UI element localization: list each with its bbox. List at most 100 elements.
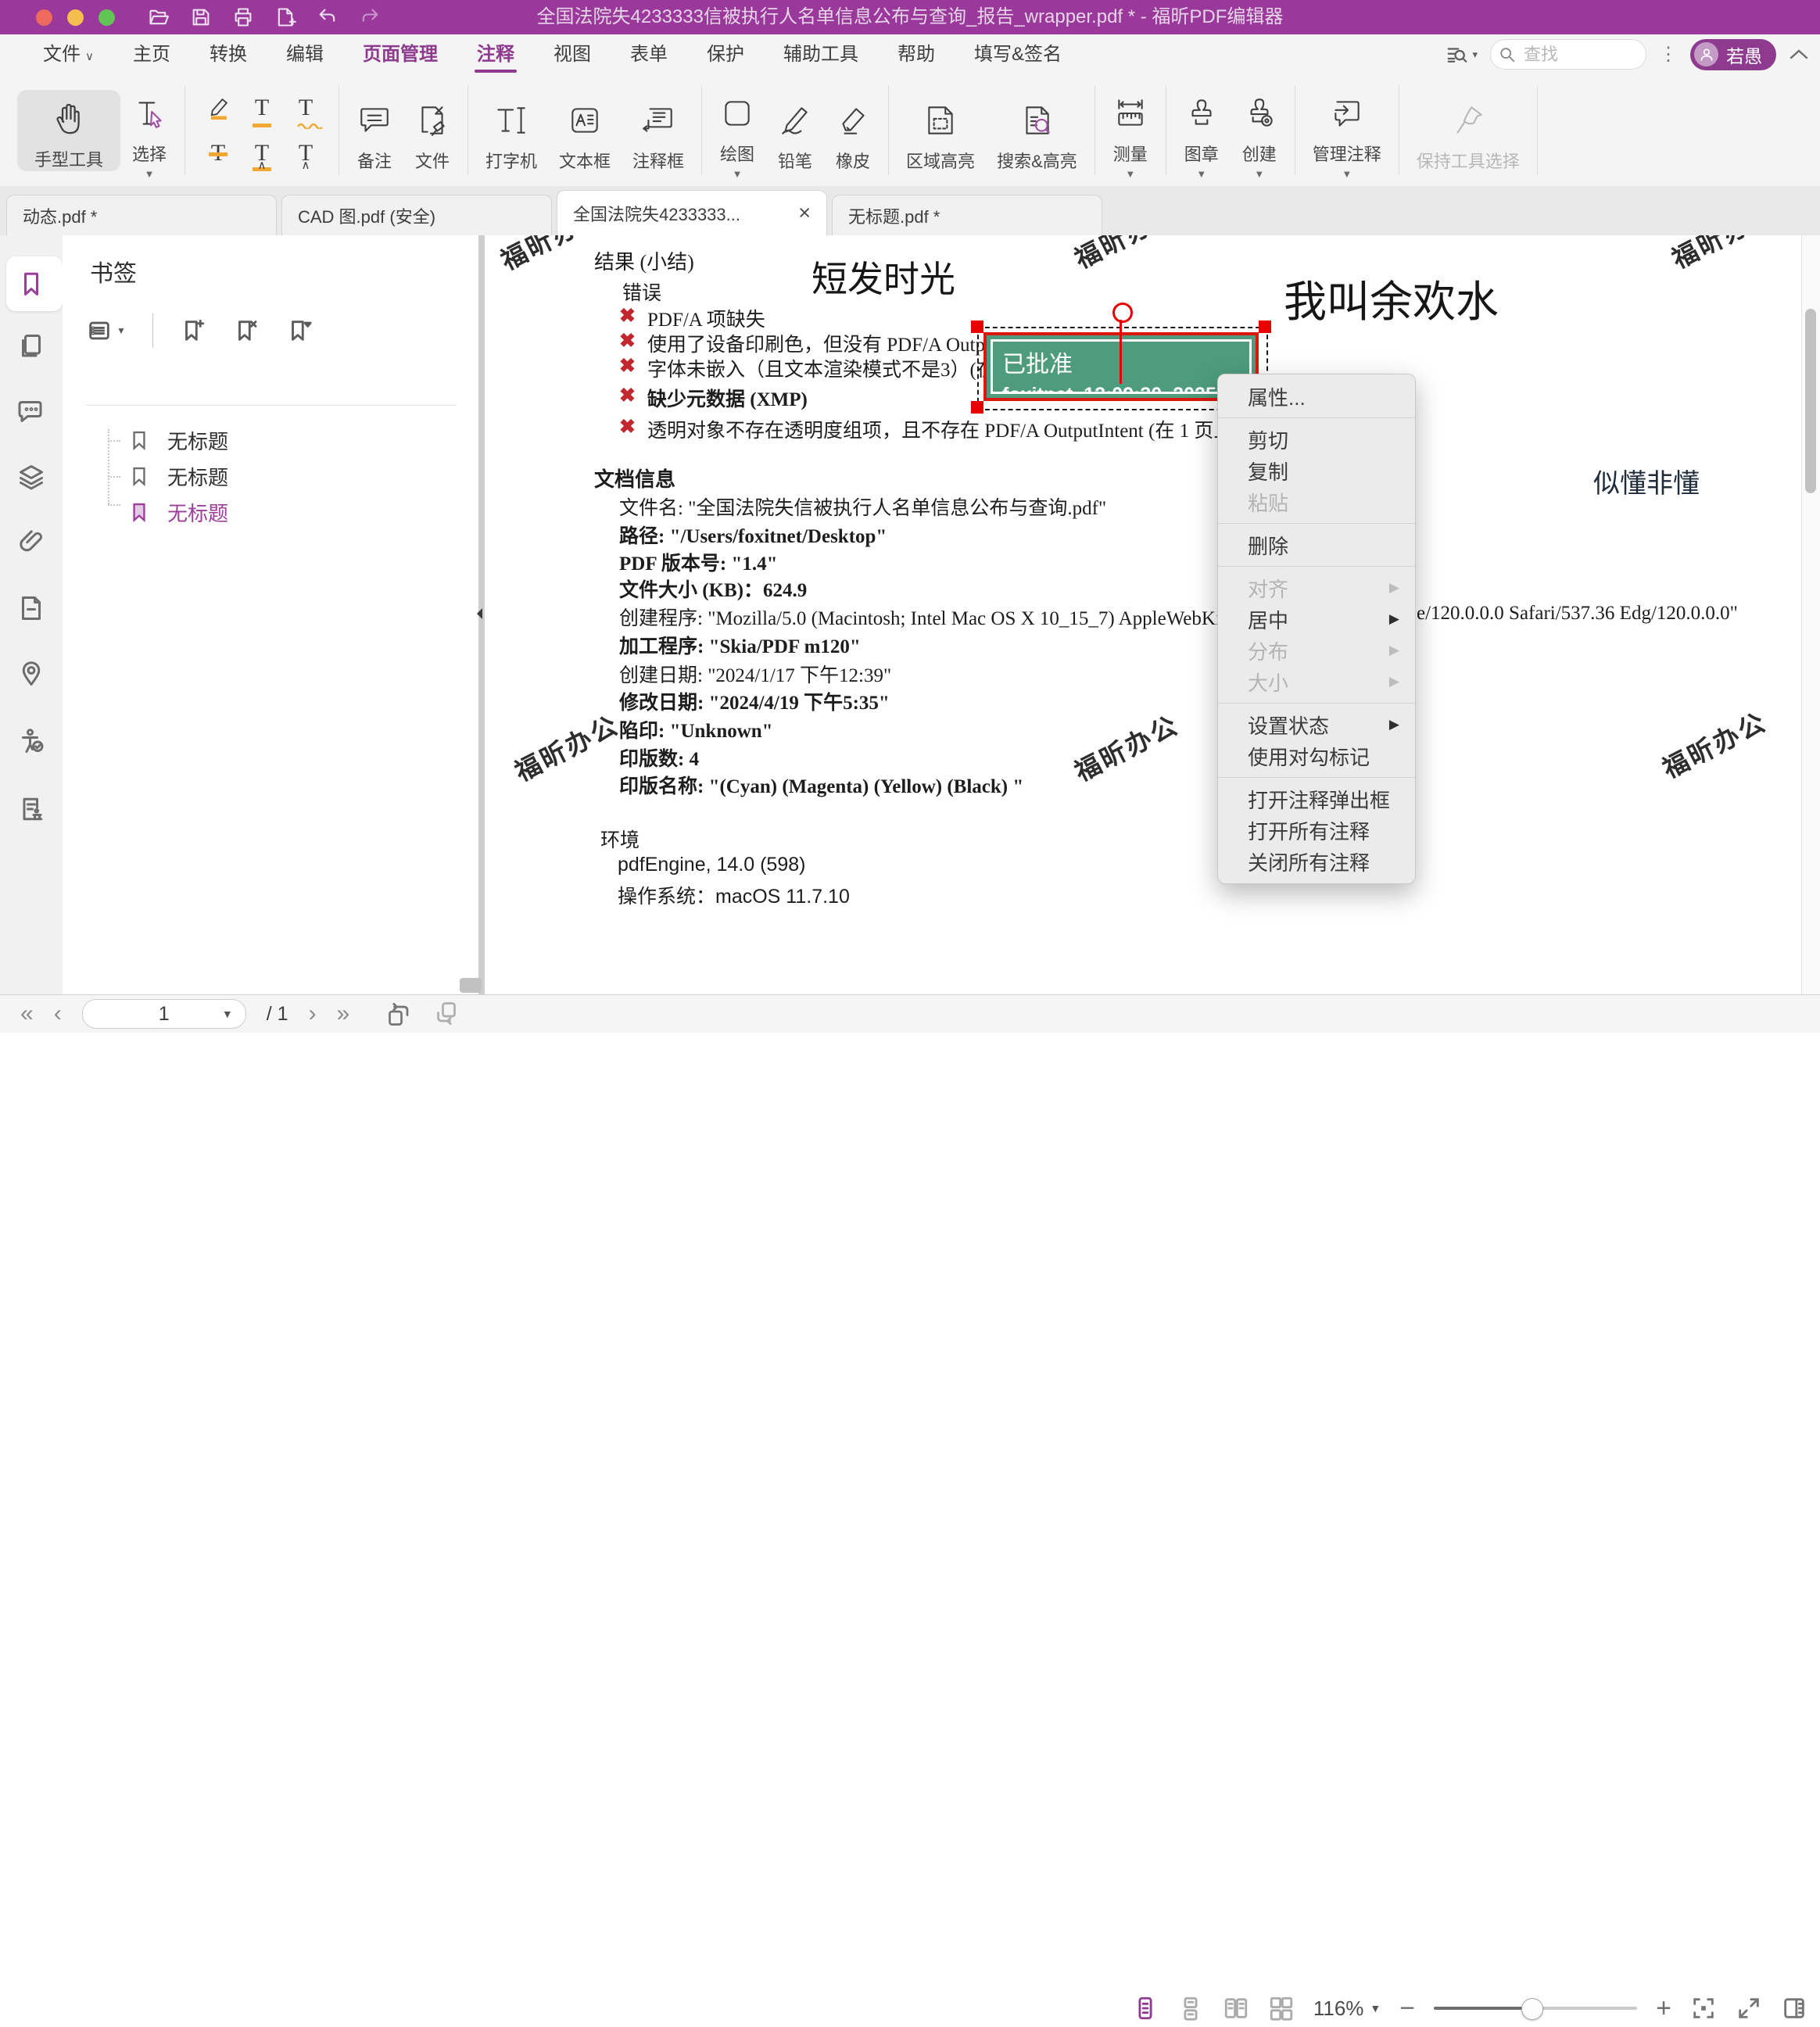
two-page-cover-icon[interactable] — [1268, 1995, 1295, 2022]
tab-cad-pdf[interactable]: CAD 图.pdf (安全) — [281, 195, 552, 235]
zoom-window-button[interactable] — [99, 9, 115, 26]
page-number-input[interactable]: 1 ▼ — [82, 999, 246, 1029]
single-page-icon[interactable] — [1177, 1995, 1204, 2022]
user-account-button[interactable]: 若愚 — [1690, 39, 1776, 70]
menu-view[interactable]: 视图 — [534, 34, 611, 74]
menu-protect[interactable]: 保护 — [687, 34, 764, 74]
comments-panel-button[interactable] — [0, 383, 63, 438]
textbox-button[interactable]: 文本框 — [548, 88, 622, 173]
menu-accessibility[interactable]: 辅助工具 — [764, 34, 878, 74]
menu-convert[interactable]: 转换 — [190, 34, 267, 74]
selection-handle[interactable] — [1259, 321, 1271, 333]
vertical-scrollbar[interactable] — [1801, 235, 1820, 994]
print-icon[interactable] — [232, 6, 254, 28]
replace-text-tool-icon[interactable]: T∧ — [255, 141, 269, 165]
menu-item-properties[interactable]: 属性... — [1218, 381, 1415, 412]
signature-panel-button[interactable] — [0, 782, 63, 836]
undo-icon[interactable] — [317, 6, 339, 28]
area-highlight-button[interactable]: 区域高亮 — [895, 88, 986, 173]
zoom-slider-knob[interactable] — [1521, 1998, 1543, 2020]
pages-panel-button[interactable] — [0, 319, 63, 374]
attachments-panel-button[interactable] — [0, 514, 63, 569]
save-icon[interactable] — [190, 6, 212, 28]
minimize-window-button[interactable] — [67, 9, 84, 26]
insert-text-tool-icon[interactable]: T∧ — [299, 141, 313, 165]
horizontal-scrollbar-thumb[interactable] — [460, 978, 482, 993]
next-view-icon[interactable] — [432, 1000, 460, 1028]
close-tab-icon[interactable]: × — [787, 201, 811, 225]
destinations-panel-button[interactable] — [0, 581, 63, 636]
menu-help[interactable]: 帮助 — [878, 34, 955, 74]
more-options-icon[interactable]: ⋮ — [1659, 51, 1678, 59]
menu-item-checkmark[interactable]: 使用对勾标记 — [1218, 740, 1415, 772]
open-file-icon[interactable] — [148, 6, 170, 28]
collapse-panel-handle[interactable] — [474, 602, 485, 625]
search-input[interactable] — [1522, 44, 1619, 66]
squiggly-underline-tool-icon[interactable]: T — [299, 96, 313, 120]
menu-item-delete[interactable]: 删除 — [1218, 529, 1415, 560]
fullscreen-icon[interactable] — [1736, 1995, 1762, 2022]
previous-page-icon[interactable]: ‹ — [54, 995, 62, 1033]
menu-comment[interactable]: 注释 — [457, 34, 534, 74]
rotation-handle[interactable] — [1112, 303, 1133, 323]
menu-edit[interactable]: 编辑 — [267, 34, 343, 74]
collapse-ribbon-icon[interactable] — [1789, 48, 1809, 62]
close-window-button[interactable] — [36, 9, 52, 26]
fit-page-icon[interactable] — [1690, 1995, 1717, 2022]
zoom-level-button[interactable]: 116% ▼ — [1313, 1997, 1381, 2021]
file-attachment-button[interactable]: 文件 — [403, 88, 461, 173]
two-page-icon[interactable] — [1223, 1995, 1249, 2022]
menu-home[interactable]: 主页 — [113, 34, 190, 74]
selection-handle[interactable] — [971, 321, 983, 333]
menu-page-management[interactable]: 页面管理 — [343, 34, 457, 74]
previous-view-icon[interactable] — [384, 1000, 412, 1028]
typewriter-button[interactable]: 打字机 — [475, 88, 548, 173]
hand-tool-button[interactable]: 手型工具 — [17, 90, 120, 171]
eraser-button[interactable]: 橡皮 — [824, 88, 882, 173]
pencil-button[interactable]: 铅笔 — [766, 88, 824, 173]
side-panel-icon[interactable] — [1781, 1995, 1807, 2022]
bookmark-item-selected[interactable]: 无标题 — [128, 496, 228, 528]
bookmark-item[interactable]: 无标题 — [128, 424, 228, 456]
vertical-scrollbar-thumb[interactable] — [1805, 309, 1816, 493]
stamp-button[interactable]: 图章 ▼ — [1173, 81, 1231, 179]
zoom-out-icon[interactable]: − — [1399, 1989, 1415, 2027]
callout-button[interactable]: 注释框 — [622, 88, 695, 173]
menu-item-center[interactable]: 居中▶ — [1218, 603, 1415, 635]
zoom-in-icon[interactable]: + — [1656, 1989, 1671, 2027]
create-stamp-button[interactable]: 创建 ▼ — [1231, 81, 1288, 179]
selection-handle[interactable] — [971, 401, 983, 414]
bookmark-item[interactable]: 无标题 — [128, 460, 228, 492]
delete-bookmark-icon[interactable] — [233, 317, 260, 344]
menu-item-copy[interactable]: 复制 — [1218, 455, 1415, 486]
tab-dongtai-pdf[interactable]: 动态.pdf * — [6, 195, 277, 235]
select-tool-button[interactable]: 选择 ▼ — [120, 81, 178, 179]
menu-item-set-status[interactable]: 设置状态▶ — [1218, 709, 1415, 740]
layers-panel-button[interactable] — [0, 449, 63, 504]
note-comment-button[interactable]: 备注 — [346, 88, 403, 173]
menu-item-open-all-comments[interactable]: 打开所有注释 — [1218, 815, 1415, 846]
new-document-icon[interactable] — [274, 6, 296, 28]
menu-item-close-all-comments[interactable]: 关闭所有注释 — [1218, 846, 1415, 877]
menu-fill-sign[interactable]: 填写&签名 — [955, 34, 1081, 74]
next-page-icon[interactable]: › — [308, 995, 316, 1033]
zoom-slider[interactable] — [1434, 2007, 1637, 2010]
menu-item-cut[interactable]: 剪切 — [1218, 424, 1415, 455]
bookmark-expand-icon[interactable] — [286, 317, 313, 344]
search-box[interactable] — [1490, 39, 1646, 70]
tab-untitled-pdf[interactable]: 无标题.pdf * — [832, 195, 1102, 235]
tab-active-document[interactable]: 全国法院失4233333... × — [557, 190, 827, 235]
redo-icon[interactable] — [359, 6, 381, 28]
first-page-icon[interactable]: « — [20, 995, 34, 1033]
accessibility-panel-button[interactable] — [0, 714, 63, 768]
search-highlight-button[interactable]: 搜索&高亮 — [986, 88, 1088, 173]
menu-form[interactable]: 表单 — [611, 34, 687, 74]
advanced-search-icon[interactable]: ▾ — [1446, 43, 1478, 66]
underline-tool-icon[interactable]: T — [255, 96, 269, 120]
last-page-icon[interactable]: » — [336, 995, 349, 1033]
highlight-tool-icon[interactable] — [202, 92, 234, 124]
location-panel-button[interactable] — [0, 646, 63, 701]
manage-comments-button[interactable]: 管理注释 ▼ — [1302, 81, 1392, 179]
continuous-scroll-icon[interactable] — [1132, 1995, 1159, 2022]
drawing-button[interactable]: 绘图 ▼ — [708, 81, 766, 179]
